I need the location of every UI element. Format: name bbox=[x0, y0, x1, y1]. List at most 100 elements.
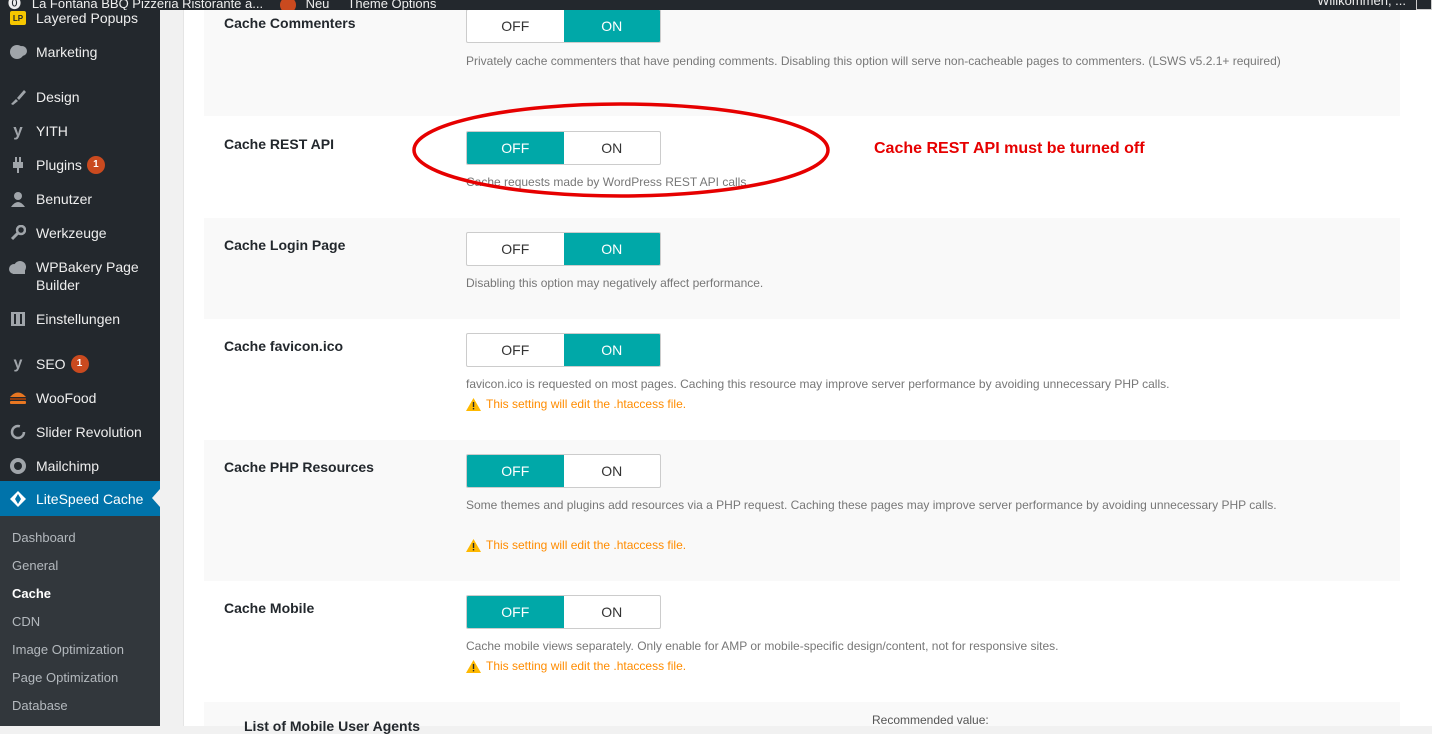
wordpress-logo-icon[interactable]: ⓿ bbox=[8, 0, 21, 10]
refresh-icon bbox=[8, 422, 28, 442]
plug-icon bbox=[8, 155, 28, 175]
option-title: List of Mobile User Agents bbox=[244, 718, 421, 734]
menu-label: Mailchimp bbox=[36, 458, 100, 474]
option-row-mobile-user-agents: List of Mobile User Agents Recommended v… bbox=[204, 702, 1400, 734]
menu-label: LiteSpeed Cache bbox=[36, 490, 144, 507]
submenu-cdn[interactable]: CDN bbox=[12, 614, 40, 629]
submenu-cache[interactable]: Cache bbox=[12, 586, 51, 601]
option-title: Cache PHP Resources bbox=[224, 459, 374, 475]
warning-icon bbox=[466, 397, 481, 411]
toggle-off-button[interactable]: OFF bbox=[467, 596, 564, 628]
menu-item-benutzer[interactable]: Benutzer bbox=[0, 189, 160, 209]
admin-bar-left: ⓿ La Fontana BBQ Pizzeria Ristorante a..… bbox=[8, 0, 436, 10]
option-row-cache-php-resources: Cache PHP Resources OFF ON Some themes a… bbox=[204, 440, 1400, 581]
option-row-cache-login-page: Cache Login Page OFF ON Disabling this o… bbox=[204, 218, 1400, 319]
option-row-cache-favicon: Cache favicon.ico OFF ON favicon.ico is … bbox=[204, 319, 1400, 440]
cloud-icon bbox=[8, 258, 28, 278]
notification-badge[interactable] bbox=[279, 0, 296, 10]
menu-item-mailchimp[interactable]: Mailchimp bbox=[0, 456, 160, 476]
menu-label: Design bbox=[36, 89, 80, 105]
cache-login-page-toggle[interactable]: OFF ON bbox=[466, 232, 661, 266]
cache-commenters-toggle[interactable]: OFF ON bbox=[466, 9, 661, 43]
menu-label: YITH bbox=[36, 123, 68, 139]
menu-item-werkzeuge[interactable]: Werkzeuge bbox=[0, 223, 160, 243]
option-title: Cache REST API bbox=[224, 136, 334, 152]
menu-item-litespeed-cache[interactable]: LiteSpeed Cache bbox=[0, 481, 160, 516]
toggle-on-button[interactable]: ON bbox=[563, 334, 660, 366]
warning-icon bbox=[466, 538, 481, 552]
litespeed-submenu: Dashboard General Cache CDN Image Optimi… bbox=[0, 516, 160, 726]
toggle-off-button[interactable]: OFF bbox=[467, 10, 564, 42]
toggle-off-button[interactable]: OFF bbox=[467, 233, 564, 265]
mailchimp-icon bbox=[8, 456, 28, 476]
menu-item-einstellungen[interactable]: Einstellungen bbox=[0, 309, 160, 329]
toggle-on-button[interactable]: ON bbox=[564, 455, 661, 487]
submenu-general[interactable]: General bbox=[12, 558, 58, 573]
menu-label: Einstellungen bbox=[36, 311, 121, 327]
option-row-cache-mobile: Cache Mobile OFF ON Cache mobile views s… bbox=[204, 581, 1400, 702]
avatar[interactable] bbox=[1416, 0, 1432, 10]
option-title: Cache Commenters bbox=[224, 15, 356, 31]
warning-text: This setting will edit the .htaccess fil… bbox=[486, 538, 687, 552]
admin-sidebar: LP Layered Popups Marketing Design y YIT… bbox=[0, 0, 160, 726]
menu-item-seo[interactable]: y SEO 1 bbox=[0, 354, 160, 374]
option-description: favicon.ico is requested on most pages. … bbox=[466, 377, 1170, 391]
menu-label: WooFood bbox=[36, 390, 97, 406]
menu-item-slider-revolution[interactable]: Slider Revolution bbox=[0, 422, 160, 442]
toggle-on-button[interactable]: ON bbox=[563, 233, 660, 265]
wrench-icon bbox=[8, 223, 28, 243]
menu-item-wpbakery[interactable]: WPBakery Page Builder bbox=[0, 258, 160, 294]
option-title: Cache Mobile bbox=[224, 600, 315, 616]
menu-item-design[interactable]: Design bbox=[0, 87, 160, 107]
menu-label: Plugins bbox=[36, 157, 82, 173]
menu-item-layered-popups[interactable]: LP Layered Popups bbox=[0, 8, 160, 28]
menu-item-yith[interactable]: y YITH bbox=[0, 121, 160, 141]
toggle-on-button[interactable]: ON bbox=[564, 596, 661, 628]
annotation-ellipse bbox=[412, 102, 830, 198]
htaccess-warning: This setting will edit the .htaccess fil… bbox=[466, 535, 686, 555]
megaphone-icon bbox=[8, 42, 28, 62]
option-description: Some themes and plugins add resources vi… bbox=[466, 498, 1277, 512]
menu-label: SEO bbox=[36, 356, 66, 372]
admin-bar: ⓿ La Fontana BBQ Pizzeria Ristorante a..… bbox=[0, 0, 1432, 10]
seo-badge: 1 bbox=[70, 355, 89, 373]
htaccess-warning: This setting will edit the .htaccess fil… bbox=[466, 394, 686, 414]
plugins-update-badge: 1 bbox=[86, 156, 105, 174]
htaccess-warning: This setting will edit the .htaccess fil… bbox=[466, 656, 686, 676]
submenu-image-optimization[interactable]: Image Optimization bbox=[12, 642, 124, 657]
submenu-page-optimization[interactable]: Page Optimization bbox=[12, 670, 118, 685]
cache-favicon-toggle[interactable]: OFF ON bbox=[466, 333, 661, 367]
lp-logo-icon: LP bbox=[8, 8, 28, 28]
submenu-dashboard[interactable]: Dashboard bbox=[12, 530, 76, 545]
admin-bar-right: Willkommen, ... bbox=[1317, 0, 1406, 8]
recommended-value-label: Recommended value: bbox=[872, 713, 989, 727]
toggle-off-button[interactable]: OFF bbox=[467, 334, 564, 366]
submenu-database[interactable]: Database bbox=[12, 698, 68, 713]
yith-icon: y bbox=[13, 121, 23, 140]
menu-item-plugins[interactable]: Plugins 1 bbox=[0, 155, 160, 175]
warning-icon bbox=[466, 659, 481, 673]
cache-mobile-toggle[interactable]: OFF ON bbox=[466, 595, 661, 629]
option-row-cache-commenters: Cache Commenters OFF ON Privately cache … bbox=[204, 0, 1400, 116]
greeting-link[interactable]: Willkommen, ... bbox=[1317, 0, 1406, 8]
theme-options-link[interactable]: Theme Options bbox=[347, 0, 436, 10]
menu-item-woofood[interactable]: WooFood bbox=[0, 388, 160, 408]
cache-php-resources-toggle[interactable]: OFF ON bbox=[466, 454, 661, 488]
menu-label: Layered Popups bbox=[36, 10, 138, 26]
menu-label: Werkzeuge bbox=[36, 225, 107, 241]
option-description: Cache mobile views separately. Only enab… bbox=[466, 639, 1059, 653]
new-content-link[interactable]: Neu bbox=[306, 0, 330, 10]
annotation-text: Cache REST API must be turned off bbox=[874, 140, 1145, 157]
menu-label: Benutzer bbox=[36, 191, 93, 207]
toggle-off-button[interactable]: OFF bbox=[467, 455, 564, 487]
option-title: Cache Login Page bbox=[224, 237, 346, 253]
menu-item-marketing[interactable]: Marketing bbox=[0, 42, 160, 62]
option-title: Cache favicon.ico bbox=[224, 338, 344, 354]
menu-label: Slider Revolution bbox=[36, 424, 142, 440]
toggle-on-button[interactable]: ON bbox=[563, 10, 660, 42]
litespeed-diamond-icon bbox=[8, 489, 28, 509]
option-description: Disabling this option may negatively aff… bbox=[466, 276, 764, 290]
user-icon bbox=[8, 189, 28, 209]
site-name-link[interactable]: La Fontana BBQ Pizzeria Ristorante a... bbox=[32, 0, 263, 10]
option-description: Privately cache commenters that have pen… bbox=[466, 54, 1281, 68]
